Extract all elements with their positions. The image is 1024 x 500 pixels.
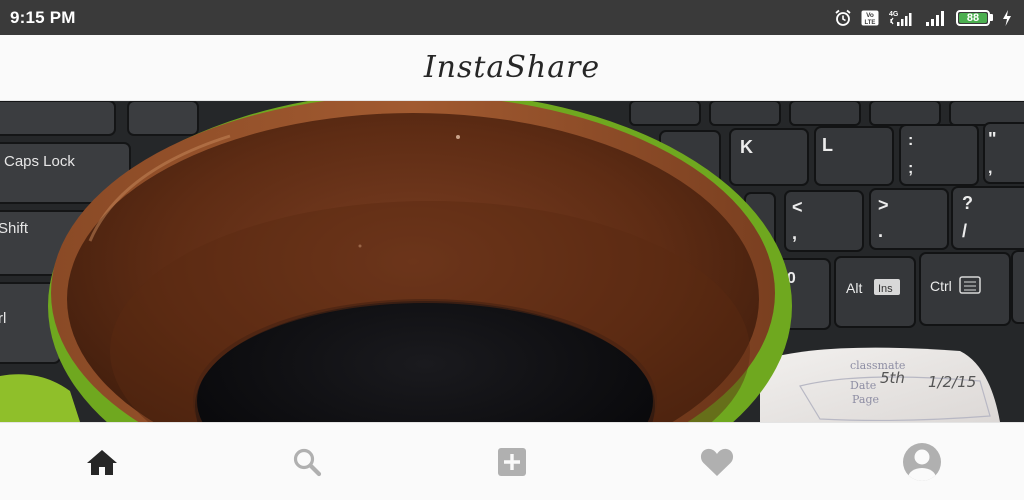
status-icons: Vo LTE 4G 88 [834, 9, 1012, 27]
svg-text:4G: 4G [889, 11, 899, 18]
nav-add[interactable] [482, 432, 542, 492]
svg-text:K: K [740, 137, 753, 157]
svg-text:Page: Page [852, 393, 879, 406]
app-bar: InstaShare [0, 35, 1024, 101]
svg-text:rl: rl [0, 310, 6, 327]
svg-text:,: , [988, 160, 992, 177]
heart-icon [700, 448, 733, 476]
svg-text:?: ? [962, 193, 973, 213]
svg-text:/: / [962, 221, 967, 241]
svg-text:Ctrl: Ctrl [930, 278, 952, 294]
battery-level: 88 [959, 12, 987, 23]
signal-icon [926, 10, 944, 26]
svg-text:.: . [878, 221, 883, 241]
svg-text:Date: Date [850, 379, 876, 392]
volte-icon: Vo LTE [861, 10, 879, 26]
add-icon [497, 447, 526, 476]
app-title: InstaShare [423, 50, 601, 85]
bottom-nav [0, 422, 1024, 500]
svg-text:L: L [822, 135, 833, 155]
charging-icon [1003, 9, 1011, 26]
status-bar: 9:15 PM Vo LTE 4G 88 [0, 0, 1024, 35]
home-icon [87, 449, 118, 475]
svg-text:Alt: Alt [846, 280, 862, 296]
svg-text:<: < [792, 197, 803, 217]
nav-home[interactable] [72, 432, 132, 492]
feed-photo[interactable]: Caps Lock Shift rl K L: ; " , < , > . ?… [0, 101, 1024, 422]
svg-text:Ins: Ins [878, 283, 893, 295]
svg-text:>: > [878, 195, 889, 215]
svg-text:;: ; [908, 160, 913, 177]
svg-text:Shift: Shift [0, 220, 29, 237]
alarm-icon [835, 9, 851, 26]
search-icon [294, 448, 322, 476]
svg-text:LTE: LTE [865, 20, 876, 26]
svg-text:Vo: Vo [866, 12, 874, 19]
battery-icon: 88 [956, 9, 993, 26]
svg-text::: : [908, 132, 913, 149]
svg-text:Caps Lock: Caps Lock [4, 153, 75, 170]
svg-text:,: , [792, 223, 797, 243]
profile-icon [902, 442, 941, 481]
nav-activity[interactable] [687, 432, 747, 492]
svg-text:1/2/15: 1/2/15 [928, 373, 976, 391]
nav-profile[interactable] [892, 432, 952, 492]
signal-4g-icon: 4G [889, 11, 912, 26]
status-time: 9:15 PM [10, 7, 76, 27]
svg-text:5th: 5th [880, 369, 905, 387]
nav-search[interactable] [277, 432, 337, 492]
svg-text:": " [988, 129, 997, 149]
